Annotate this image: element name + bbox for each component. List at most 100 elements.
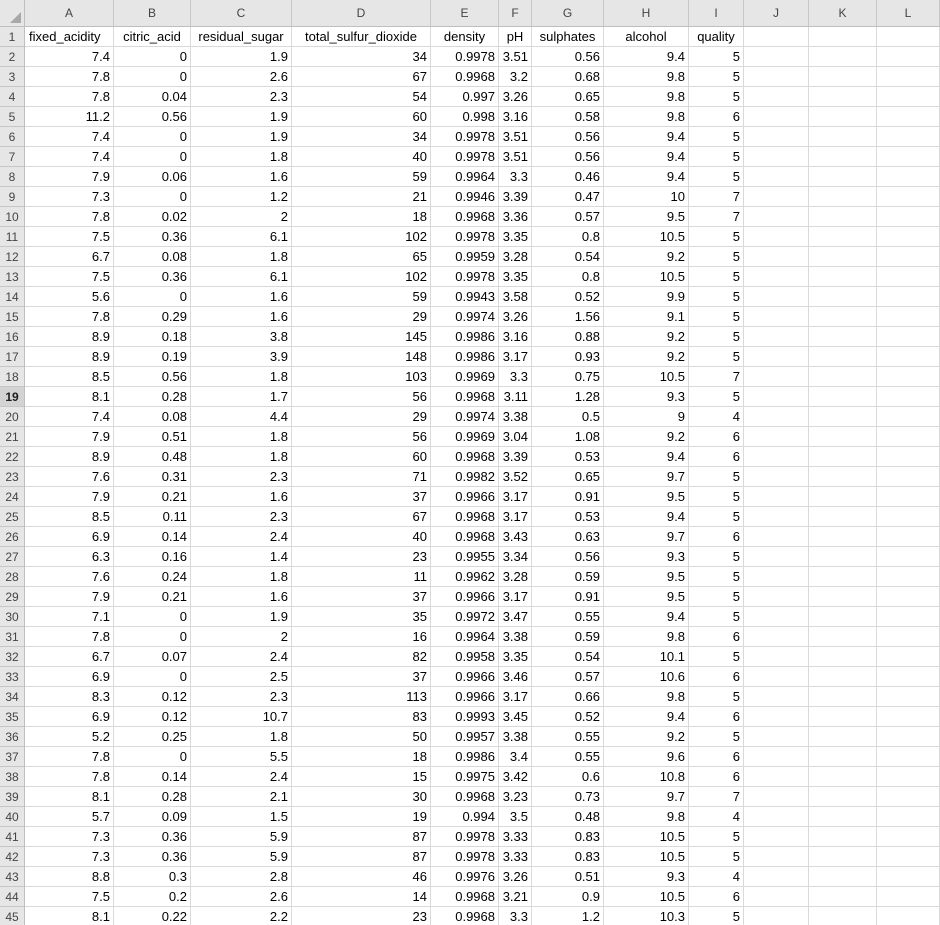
cell[interactable]: 34 xyxy=(292,47,431,67)
cell[interactable]: 3.16 xyxy=(499,327,532,347)
cell[interactable]: 0.53 xyxy=(532,507,604,527)
cell[interactable]: 8.1 xyxy=(25,387,114,407)
cell[interactable] xyxy=(744,47,809,67)
row-header-24[interactable]: 24 xyxy=(0,487,24,507)
cell[interactable]: 0.56 xyxy=(532,127,604,147)
cell[interactable]: 9.5 xyxy=(604,567,689,587)
cell[interactable]: 6.9 xyxy=(25,667,114,687)
cell[interactable]: 7.9 xyxy=(25,167,114,187)
cell[interactable]: 5 xyxy=(689,267,744,287)
cell[interactable]: 0.55 xyxy=(532,727,604,747)
cell[interactable]: 0 xyxy=(114,287,191,307)
cell[interactable]: 0.09 xyxy=(114,807,191,827)
cell[interactable]: 7 xyxy=(689,787,744,807)
cell[interactable]: 0 xyxy=(114,747,191,767)
cell[interactable]: 5 xyxy=(689,687,744,707)
cell[interactable]: 0.9966 xyxy=(431,687,499,707)
cell[interactable]: 5.7 xyxy=(25,807,114,827)
cell[interactable]: 0.83 xyxy=(532,847,604,867)
cell[interactable]: 0.56 xyxy=(114,367,191,387)
cell[interactable]: 10.1 xyxy=(604,647,689,667)
cell[interactable]: 11.2 xyxy=(25,107,114,127)
cell[interactable]: 6 xyxy=(689,527,744,547)
cell[interactable] xyxy=(877,87,940,107)
cell[interactable]: 5 xyxy=(689,587,744,607)
cell[interactable]: 87 xyxy=(292,827,431,847)
cell[interactable] xyxy=(877,107,940,127)
cell[interactable] xyxy=(809,707,877,727)
cell[interactable]: 9.6 xyxy=(604,747,689,767)
cell[interactable] xyxy=(744,187,809,207)
cell[interactable]: 5 xyxy=(689,607,744,627)
cell[interactable]: 1.9 xyxy=(191,607,292,627)
cell[interactable]: 10 xyxy=(604,187,689,207)
cell[interactable]: 15 xyxy=(292,767,431,787)
cell[interactable]: 9.4 xyxy=(604,607,689,627)
cell[interactable]: 2.3 xyxy=(191,467,292,487)
cell[interactable]: 0.57 xyxy=(532,667,604,687)
column-header-d[interactable]: D xyxy=(292,0,431,26)
cell[interactable] xyxy=(744,767,809,787)
cell[interactable] xyxy=(744,227,809,247)
cell[interactable]: 3.58 xyxy=(499,287,532,307)
cell[interactable]: 0.9978 xyxy=(431,147,499,167)
cell[interactable] xyxy=(877,607,940,627)
cell[interactable]: 3.42 xyxy=(499,767,532,787)
cell[interactable]: 0.6 xyxy=(532,767,604,787)
row-header-42[interactable]: 42 xyxy=(0,847,24,867)
cell[interactable] xyxy=(877,147,940,167)
cell[interactable]: 0.36 xyxy=(114,227,191,247)
row-header-39[interactable]: 39 xyxy=(0,787,24,807)
cell[interactable] xyxy=(877,67,940,87)
cell[interactable] xyxy=(809,327,877,347)
cell[interactable]: 1.6 xyxy=(191,307,292,327)
cell[interactable]: 0.28 xyxy=(114,787,191,807)
cell[interactable]: 0.56 xyxy=(532,547,604,567)
cell[interactable] xyxy=(809,567,877,587)
row-header-12[interactable]: 12 xyxy=(0,247,24,267)
row-header-3[interactable]: 3 xyxy=(0,67,24,87)
cell[interactable]: 7.8 xyxy=(25,87,114,107)
cell[interactable]: 3.17 xyxy=(499,507,532,527)
cell[interactable]: 5 xyxy=(689,307,744,327)
cell[interactable]: 9.8 xyxy=(604,67,689,87)
row-header-20[interactable]: 20 xyxy=(0,407,24,427)
cell[interactable] xyxy=(744,127,809,147)
cell[interactable]: 7.9 xyxy=(25,587,114,607)
cell[interactable] xyxy=(744,287,809,307)
cell[interactable]: 0.9976 xyxy=(431,867,499,887)
cell[interactable]: 6.3 xyxy=(25,547,114,567)
cell[interactable]: 7.8 xyxy=(25,747,114,767)
cell[interactable]: 0.9964 xyxy=(431,627,499,647)
cell[interactable] xyxy=(877,687,940,707)
column-title-cell[interactable]: quality xyxy=(689,27,744,47)
cell[interactable]: 7.8 xyxy=(25,207,114,227)
column-title-cell[interactable]: total_sulfur_dioxide xyxy=(292,27,431,47)
cell[interactable]: 0.9968 xyxy=(431,207,499,227)
cell[interactable] xyxy=(744,707,809,727)
cell[interactable]: 7.6 xyxy=(25,567,114,587)
cell[interactable]: 0.8 xyxy=(532,227,604,247)
cell[interactable]: 0.36 xyxy=(114,827,191,847)
cell[interactable] xyxy=(877,807,940,827)
cell[interactable]: 2.4 xyxy=(191,527,292,547)
cell[interactable]: 3.26 xyxy=(499,87,532,107)
cell[interactable]: 2.3 xyxy=(191,687,292,707)
cell[interactable]: 0.9966 xyxy=(431,667,499,687)
cell[interactable]: 7.5 xyxy=(25,227,114,247)
cell[interactable] xyxy=(809,167,877,187)
cell[interactable]: 7.8 xyxy=(25,767,114,787)
cell[interactable]: 9.3 xyxy=(604,547,689,567)
cell[interactable] xyxy=(877,427,940,447)
cell[interactable]: 0.54 xyxy=(532,247,604,267)
cell[interactable]: 0.18 xyxy=(114,327,191,347)
cell[interactable] xyxy=(744,527,809,547)
row-header-22[interactable]: 22 xyxy=(0,447,24,467)
cell[interactable] xyxy=(809,227,877,247)
cell[interactable]: 6 xyxy=(689,447,744,467)
cell[interactable]: 7.6 xyxy=(25,467,114,487)
cell[interactable]: 3.51 xyxy=(499,147,532,167)
cell[interactable] xyxy=(809,687,877,707)
cell[interactable]: 5.9 xyxy=(191,827,292,847)
cell[interactable]: 0.65 xyxy=(532,87,604,107)
